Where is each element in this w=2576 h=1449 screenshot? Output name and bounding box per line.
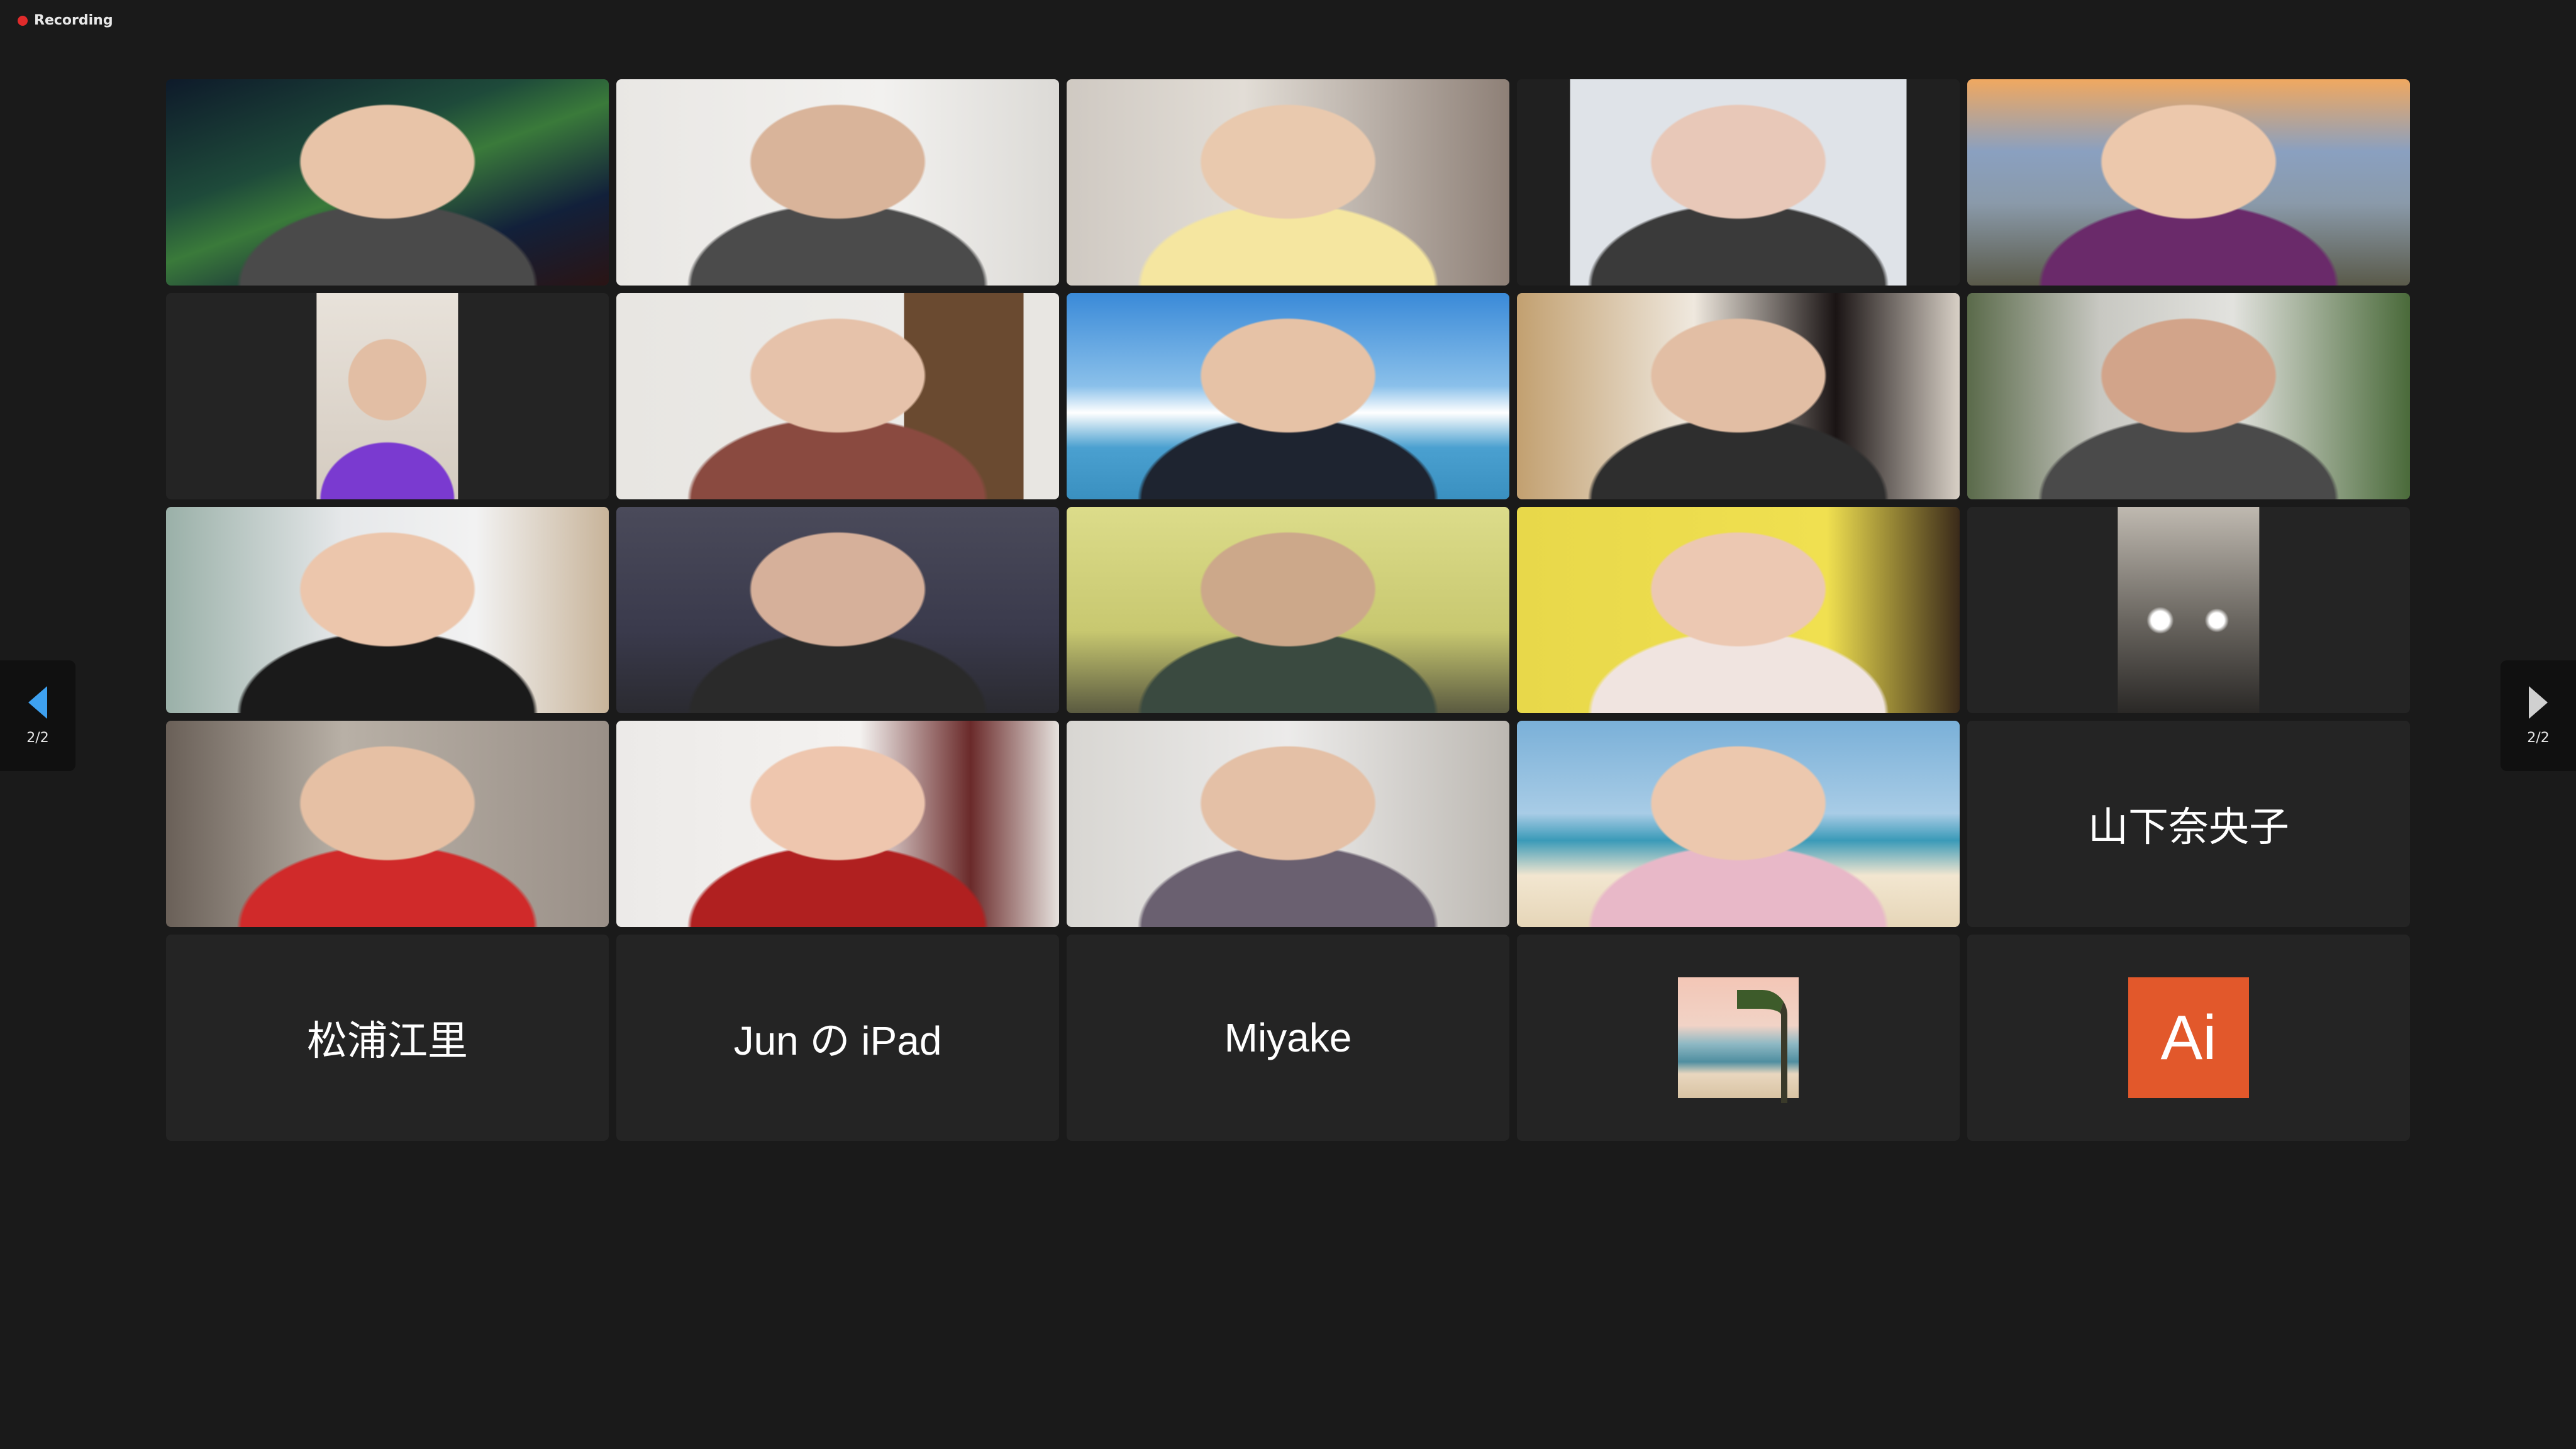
next-page-button[interactable]: 2/2: [2501, 660, 2576, 771]
beach-avatar-image: [1678, 977, 1799, 1103]
chevron-right-icon: [2529, 686, 2548, 719]
participant-video-tile[interactable]: [1517, 507, 1960, 713]
participant-name: 松浦江里: [307, 1018, 468, 1063]
participant-gallery: 山下奈央子 松浦江里 Jun の iPad Miyake Ai: [166, 79, 2410, 1355]
ai-avatar-icon: Ai: [2128, 977, 2249, 1098]
page-indicator-right: 2/2: [2527, 730, 2550, 746]
previous-page-button[interactable]: 2/2: [0, 660, 75, 771]
participant-video-tile[interactable]: [166, 507, 609, 713]
participant-video-tile[interactable]: [1517, 721, 1960, 927]
participant-video-tile[interactable]: [616, 79, 1059, 286]
meeting-window: Recording 2/2 2/2 山下奈央子 松浦江里 Jun の iPad …: [0, 0, 2576, 1449]
participant-name: 山下奈央子: [2088, 804, 2289, 850]
recording-dot-icon: [18, 15, 28, 26]
participant-video-tile[interactable]: [1067, 507, 1509, 713]
chevron-left-icon: [28, 686, 47, 719]
participant-name: Jun の iPad: [733, 1018, 942, 1063]
participant-name: Miyake: [1224, 1015, 1352, 1060]
portrait-video-feed: [316, 293, 458, 499]
ai-avatar-label: Ai: [2160, 1002, 2217, 1073]
page-indicator-left: 2/2: [26, 730, 49, 746]
participant-video-tile[interactable]: [166, 79, 609, 286]
participant-video-tile[interactable]: [616, 721, 1059, 927]
participant-name-tile[interactable]: 山下奈央子: [1967, 721, 2410, 927]
participant-video-tile[interactable]: [1967, 293, 2410, 499]
participant-avatar-tile[interactable]: Ai: [1967, 935, 2410, 1141]
participant-video-tile[interactable]: [1067, 293, 1509, 499]
participant-video-tile[interactable]: [616, 507, 1059, 713]
participant-name-tile[interactable]: Miyake: [1067, 935, 1509, 1141]
participant-video-tile[interactable]: [1067, 79, 1509, 286]
participant-video-tile[interactable]: [1517, 293, 1960, 499]
participant-video-tile[interactable]: [1517, 79, 1960, 286]
participant-avatar-tile[interactable]: [1517, 935, 1960, 1141]
participant-video-tile[interactable]: [1967, 507, 2410, 713]
recording-label: Recording: [34, 13, 113, 28]
recording-indicator[interactable]: Recording: [18, 13, 113, 28]
participant-name-tile[interactable]: Jun の iPad: [616, 935, 1059, 1141]
participant-video-tile[interactable]: [1067, 721, 1509, 927]
participant-name-tile[interactable]: 松浦江里: [166, 935, 609, 1141]
participant-video-tile[interactable]: [166, 721, 609, 927]
portrait-video-feed: [2118, 507, 2260, 713]
participant-video-tile[interactable]: [166, 293, 609, 499]
participant-video-tile[interactable]: [616, 293, 1059, 499]
participant-video-tile[interactable]: [1967, 79, 2410, 286]
